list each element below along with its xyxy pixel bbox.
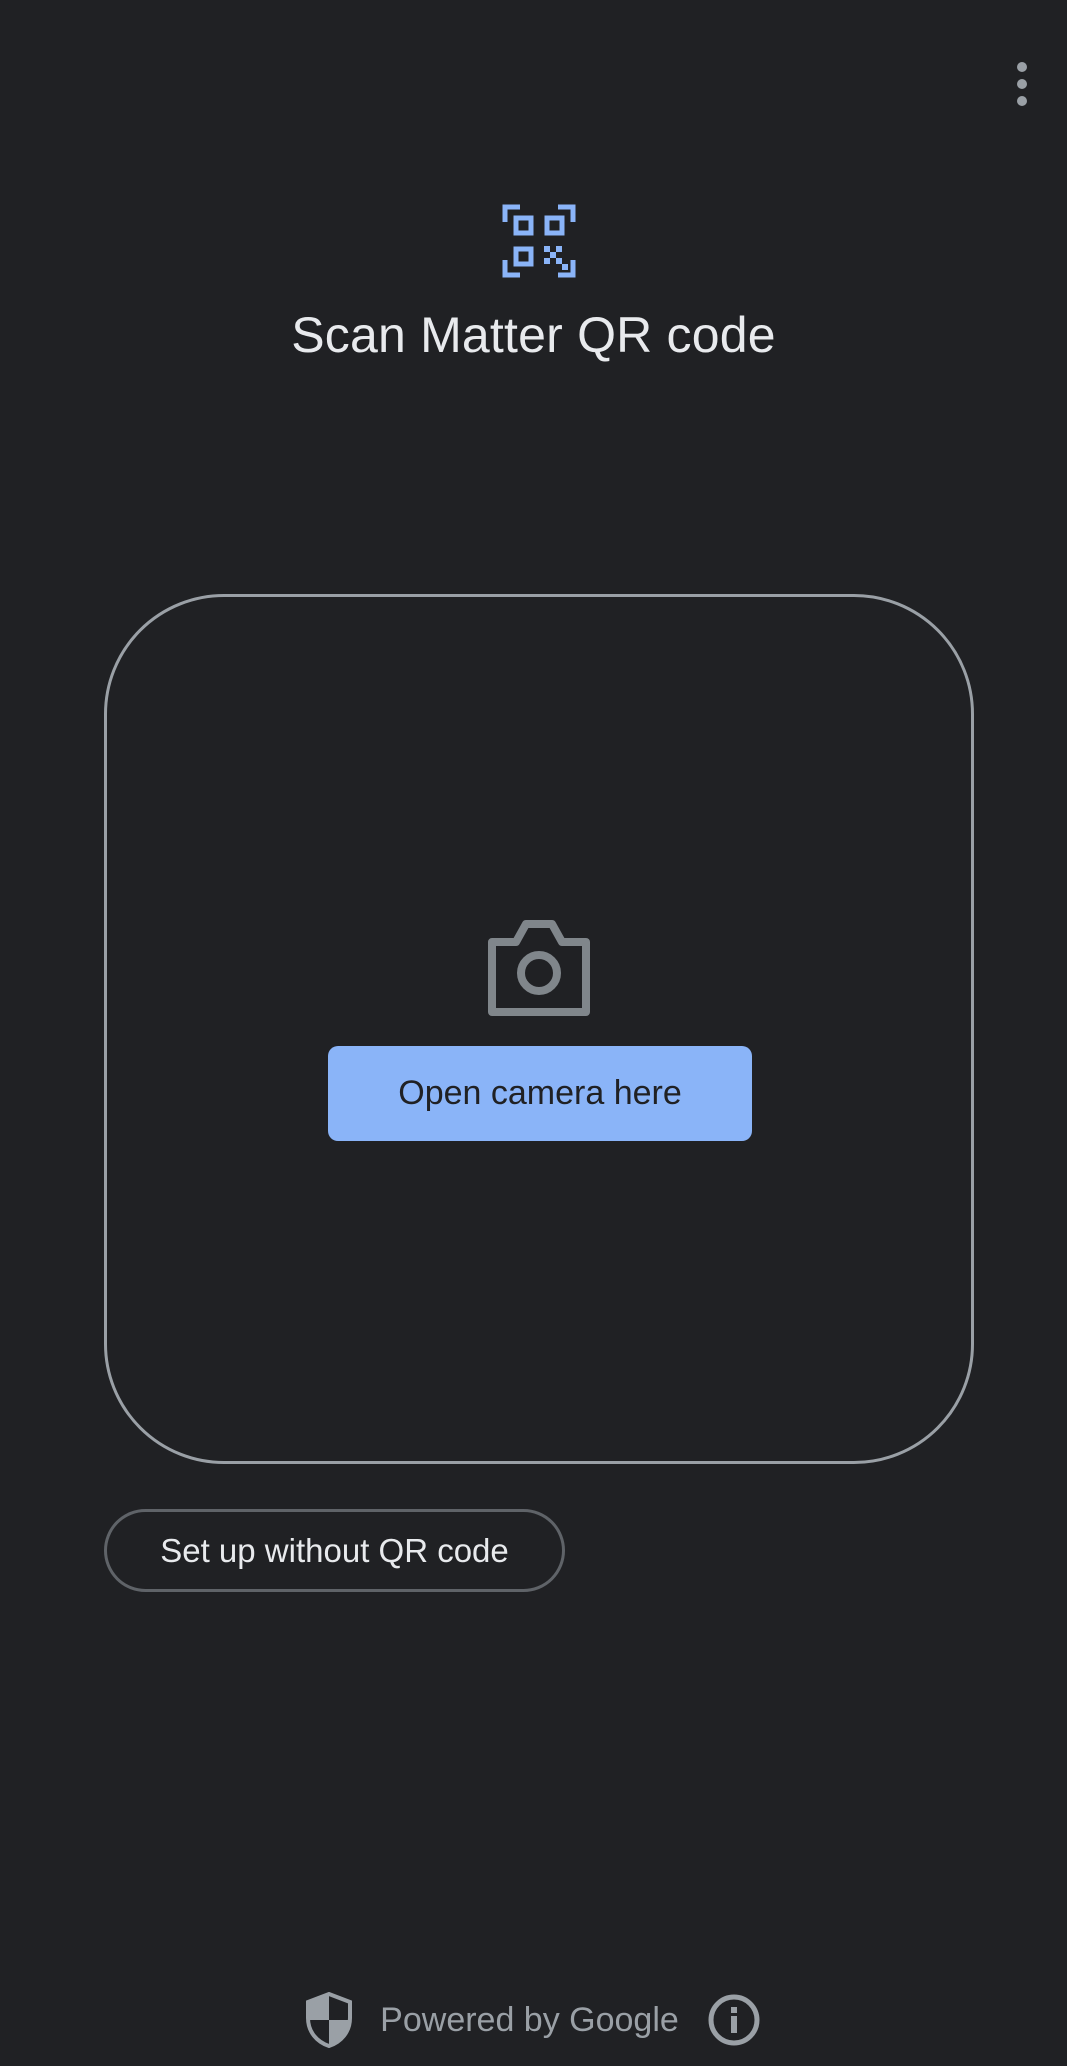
camera-viewfinder[interactable] — [104, 594, 974, 1464]
footer: Powered by Google — [0, 1990, 1067, 2050]
menu-dot — [1017, 96, 1027, 106]
qr-code-scanner-icon — [502, 204, 576, 278]
open-camera-button[interactable]: Open camera here — [328, 1046, 752, 1141]
camera-icon — [488, 920, 590, 1016]
menu-dot — [1017, 79, 1027, 89]
powered-by-text: Powered by Google — [380, 2000, 679, 2039]
shield-icon — [306, 1992, 353, 2048]
info-icon[interactable] — [707, 1993, 761, 2047]
page-title: Scan Matter QR code — [291, 307, 776, 363]
setup-without-qr-button[interactable]: Set up without QR code — [104, 1509, 565, 1592]
more-vert-icon[interactable] — [1002, 56, 1042, 112]
menu-dot — [1017, 62, 1027, 72]
